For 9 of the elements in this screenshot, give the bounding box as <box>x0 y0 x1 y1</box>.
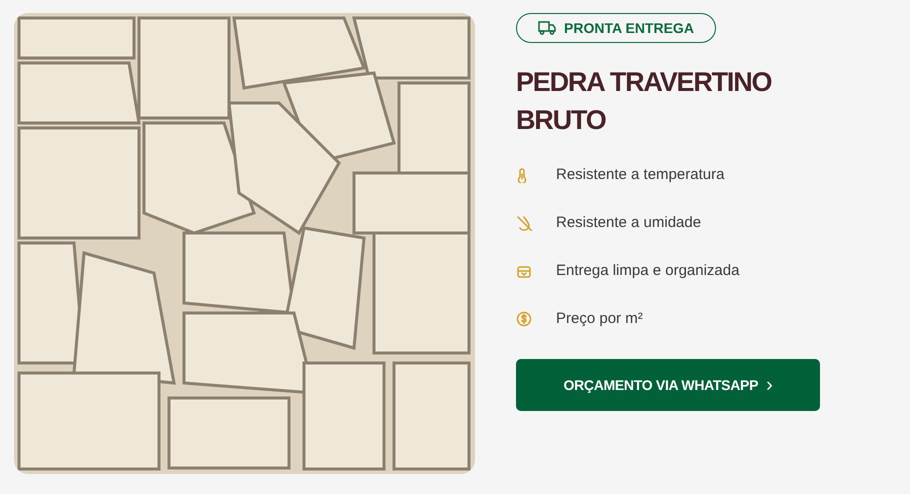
truck-icon <box>538 21 556 35</box>
whatsapp-quote-button[interactable]: ORÇAMENTO VIA WHATSAPP › <box>516 359 820 411</box>
product-title: PEDRA TRAVERTINO BRUTO <box>516 66 772 137</box>
feature-label: Entrega limpa e organizada <box>556 260 740 281</box>
dollar-coin-icon <box>516 311 532 327</box>
delivery-badge: PRONTA ENTREGA <box>516 13 716 43</box>
feature-label: Resistente a umidade <box>556 212 702 233</box>
feature-label: Preço por m² <box>556 308 643 329</box>
feature-label: Resistente a temperatura <box>556 164 724 185</box>
